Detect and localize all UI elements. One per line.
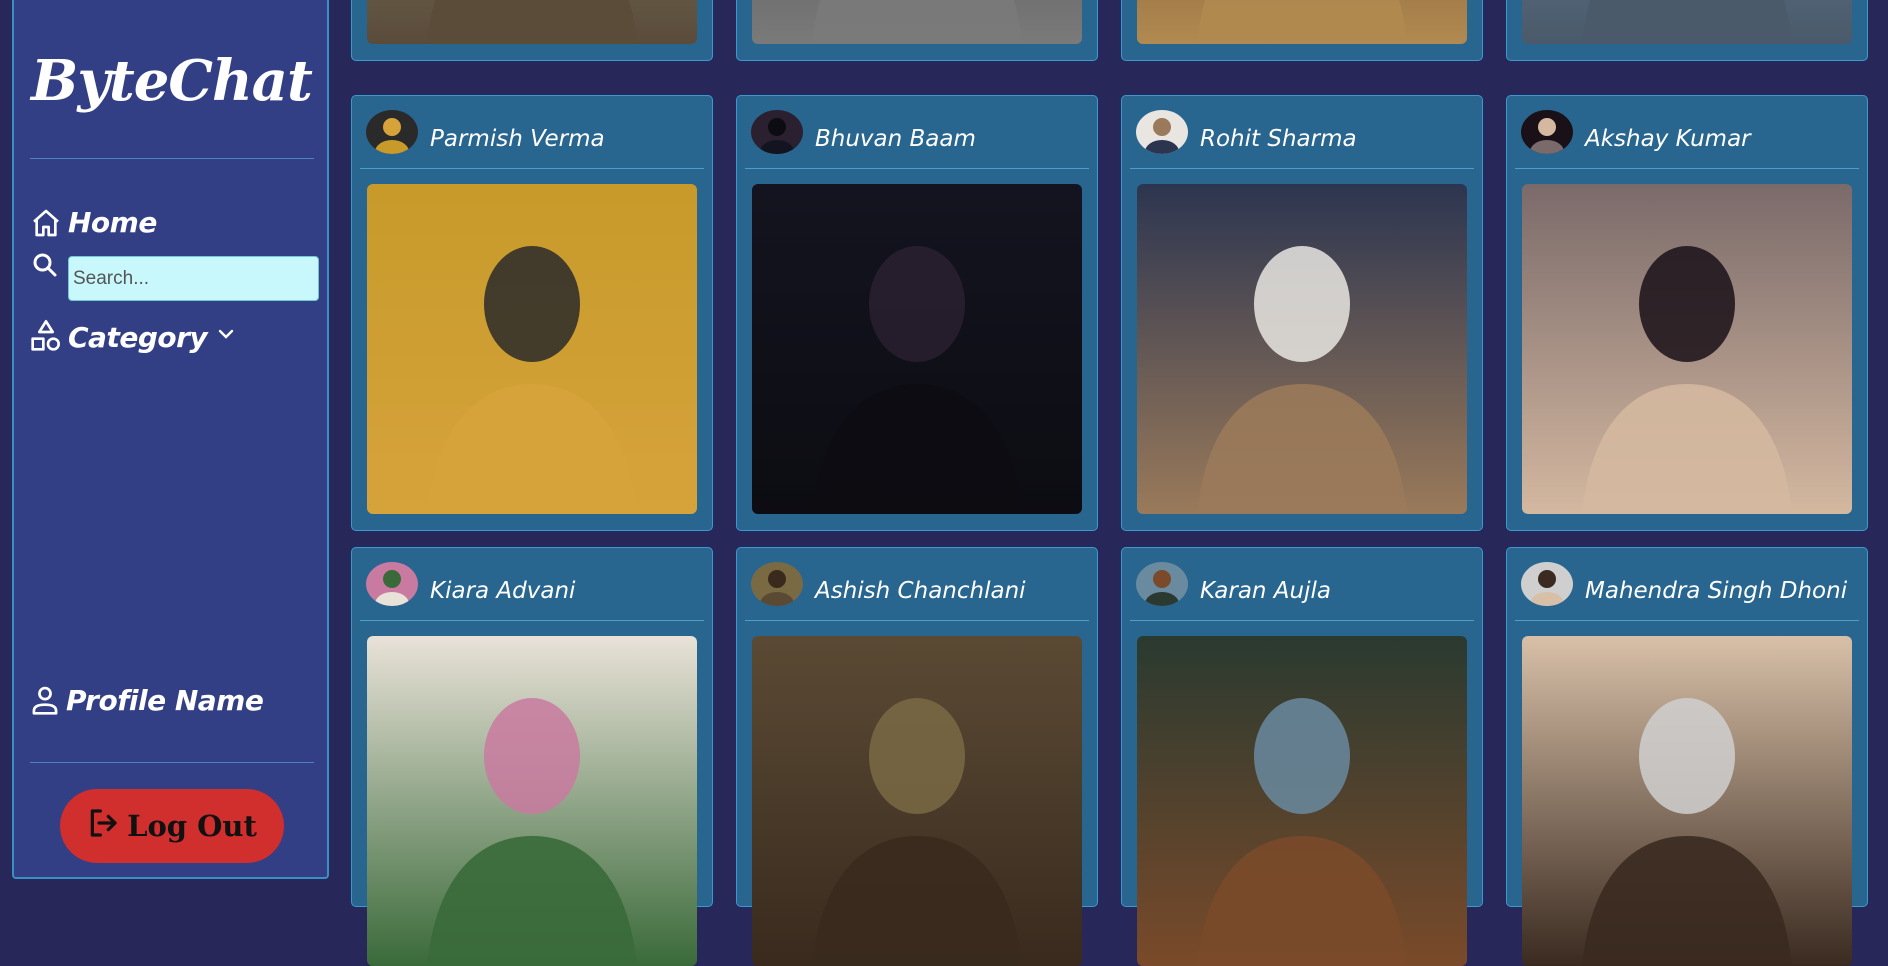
search-icon[interactable] bbox=[30, 250, 60, 280]
post-divider bbox=[745, 620, 1089, 621]
nav-home[interactable]: Home bbox=[30, 194, 157, 239]
post-image[interactable] bbox=[1137, 0, 1467, 44]
post-divider bbox=[1515, 620, 1859, 621]
logout-icon bbox=[87, 807, 119, 846]
avatar[interactable] bbox=[751, 110, 803, 154]
nav-profile[interactable]: Profile Name bbox=[30, 684, 264, 717]
user-icon bbox=[30, 685, 60, 717]
home-icon bbox=[30, 207, 62, 239]
post-author-name[interactable]: Akshay Kumar bbox=[1585, 124, 1751, 154]
sidebar: ByteChat Home Category bbox=[12, 0, 329, 879]
chevron-down-icon[interactable] bbox=[217, 328, 235, 340]
post-header: Parmish Verma bbox=[366, 110, 605, 154]
post-card[interactable]: Bhuvan Baam bbox=[736, 95, 1098, 531]
avatar[interactable] bbox=[751, 562, 803, 606]
post-author-name[interactable]: Mahendra Singh Dhoni bbox=[1585, 576, 1847, 606]
post-card[interactable]: Karan Aujla bbox=[1121, 547, 1483, 966]
avatar[interactable] bbox=[366, 110, 418, 154]
post-author-name[interactable]: Kiara Advani bbox=[430, 576, 575, 606]
search-input[interactable] bbox=[68, 256, 319, 301]
post-header: Akshay Kumar bbox=[1521, 110, 1751, 154]
avatar[interactable] bbox=[1521, 110, 1573, 154]
nav-home-label: Home bbox=[68, 206, 157, 239]
post-header: Ashish Chanchlani bbox=[751, 562, 1026, 606]
post-card[interactable]: Akshay Kumar bbox=[1506, 95, 1868, 531]
post-divider bbox=[1130, 168, 1474, 169]
post-image[interactable] bbox=[1522, 0, 1852, 44]
post-image[interactable] bbox=[1522, 184, 1852, 514]
post-divider bbox=[360, 620, 704, 621]
post-image[interactable] bbox=[1522, 636, 1852, 966]
post-author-name[interactable]: Bhuvan Baam bbox=[815, 124, 976, 154]
post-image[interactable] bbox=[367, 184, 697, 514]
shapes-icon bbox=[30, 318, 62, 354]
avatar[interactable] bbox=[1136, 110, 1188, 154]
post-author-name[interactable]: Parmish Verma bbox=[430, 124, 605, 154]
post-header: Mahendra Singh Dhoni bbox=[1521, 562, 1847, 606]
avatar[interactable] bbox=[1521, 562, 1573, 606]
app-logo[interactable]: ByteChat bbox=[31, 48, 313, 114]
nav-category-label: Category bbox=[68, 321, 208, 354]
logout-button[interactable]: Log Out bbox=[60, 789, 284, 863]
post-divider bbox=[360, 168, 704, 169]
post-header: Rohit Sharma bbox=[1136, 110, 1357, 154]
post-image[interactable] bbox=[752, 0, 1082, 44]
post-image[interactable] bbox=[1137, 184, 1467, 514]
nav-profile-label: Profile Name bbox=[66, 684, 264, 717]
post-author-name[interactable]: Ashish Chanchlani bbox=[815, 576, 1026, 606]
post-image[interactable] bbox=[752, 636, 1082, 966]
post-image[interactable] bbox=[1137, 636, 1467, 966]
sidebar-divider-bottom bbox=[30, 762, 314, 763]
avatar[interactable] bbox=[1136, 562, 1188, 606]
post-header: Bhuvan Baam bbox=[751, 110, 976, 154]
post-card[interactable]: Rohit Sharma bbox=[1121, 95, 1483, 531]
nav-category[interactable]: Category bbox=[30, 318, 235, 354]
post-author-name[interactable]: Karan Aujla bbox=[1200, 576, 1331, 606]
post-card[interactable] bbox=[351, 0, 713, 61]
logout-label: Log Out bbox=[127, 809, 257, 843]
post-header: Karan Aujla bbox=[1136, 562, 1331, 606]
post-card[interactable]: Mahendra Singh Dhoni bbox=[1506, 547, 1868, 966]
post-author-name[interactable]: Rohit Sharma bbox=[1200, 124, 1357, 154]
post-image[interactable] bbox=[752, 184, 1082, 514]
post-card[interactable]: Ashish Chanchlani bbox=[736, 547, 1098, 966]
post-header: Kiara Advani bbox=[366, 562, 575, 606]
post-card[interactable] bbox=[1121, 0, 1483, 61]
post-divider bbox=[1130, 620, 1474, 621]
avatar[interactable] bbox=[366, 562, 418, 606]
post-card[interactable] bbox=[736, 0, 1098, 61]
sidebar-divider-top bbox=[30, 158, 314, 159]
search-row bbox=[30, 250, 60, 280]
post-divider bbox=[745, 168, 1089, 169]
post-card[interactable]: Parmish Verma bbox=[351, 95, 713, 531]
post-card[interactable]: Kiara Advani bbox=[351, 547, 713, 966]
post-image[interactable] bbox=[367, 636, 697, 966]
post-image[interactable] bbox=[367, 0, 697, 44]
post-card[interactable] bbox=[1506, 0, 1868, 61]
post-divider bbox=[1515, 168, 1859, 169]
